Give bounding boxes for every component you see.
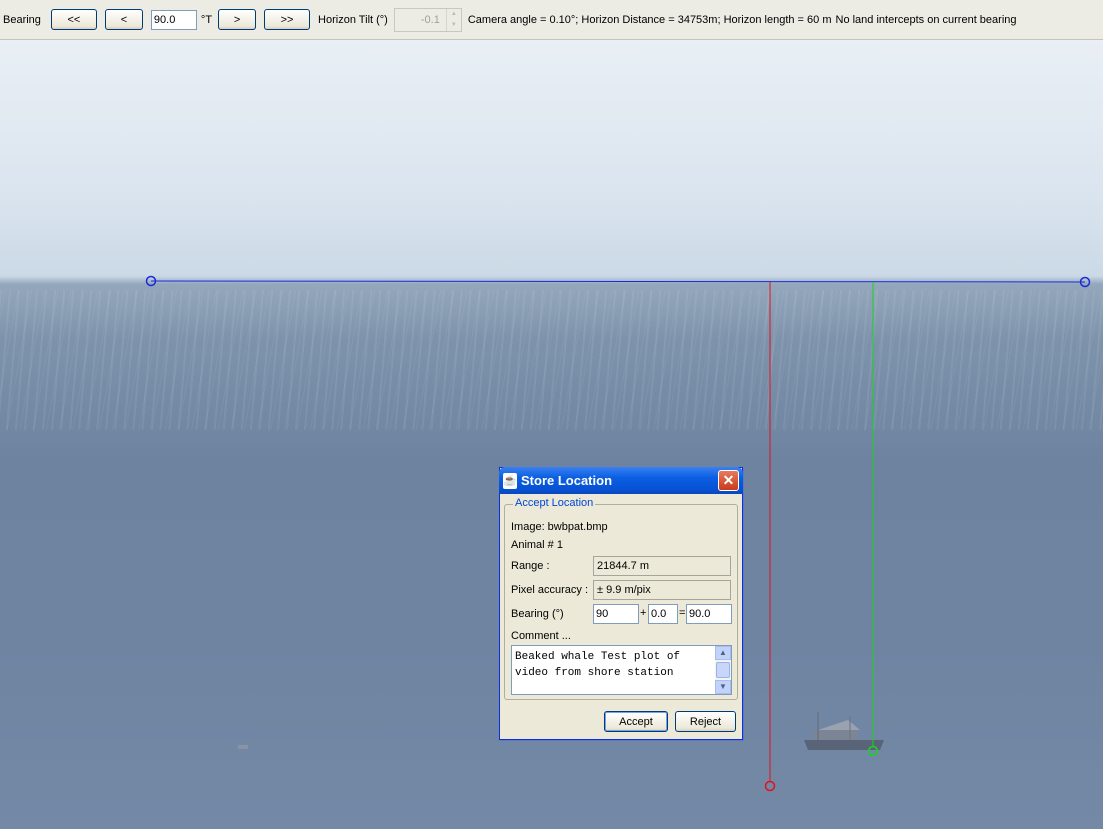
comment-scrollbar[interactable]: ▲ ▼ [715,646,731,694]
comment-textarea[interactable]: Beaked whale Test plot of video from sho… [511,645,732,695]
small-boat-icon [238,745,248,749]
bearing-base-field[interactable]: 90 [593,604,639,624]
accept-location-group: Accept Location Image: bwbpat.bmp Animal… [504,497,738,700]
horizon-tilt-label: Horizon Tilt (°) [318,13,388,26]
equals-sign: = [679,607,686,619]
bearing-label: Bearing [3,13,41,26]
bearing-next-small-button[interactable]: > [218,9,257,30]
boat-icon [804,712,884,750]
store-location-dialog: ☕ Store Location ✕ Accept Location Image… [499,467,743,740]
camera-status-text: Camera angle = 0.10°; Horizon Distance =… [467,13,832,26]
reject-button[interactable]: Reject [675,711,736,732]
bearing-prev-small-button[interactable]: < [104,9,143,30]
comment-text: Beaked whale Test plot of video from sho… [515,651,681,679]
range-value: 21844.7 m [593,556,731,576]
java-icon: ☕ [503,472,517,489]
horizon-tilt-spinner[interactable]: -0.1 ▲ ▼ [393,7,462,32]
bearing-offset-field[interactable]: 0.0 [648,604,678,624]
image-name-label: Image: bwbpat.bmp [511,521,608,533]
scroll-thumb[interactable] [716,662,730,678]
horizon-line [150,280,1086,283]
spinner-up-icon[interactable]: ▲ [447,9,461,20]
plus-sign: + [640,607,647,619]
toolbar: Bearing << < °T > >> Horizon Tilt (°) -0… [0,0,1103,40]
animal-number-label: Animal # 1 [511,539,563,551]
pixel-accuracy-label: Pixel accuracy : [511,584,589,596]
bearing-input[interactable] [150,9,197,30]
accept-button[interactable]: Accept [604,711,668,732]
group-title: Accept Location [513,497,596,509]
range-label: Range : [511,560,550,572]
dialog-titlebar[interactable]: ☕ Store Location ✕ [499,467,743,494]
horizon-tilt-value: -0.1 [420,13,440,26]
range-marker-handle[interactable] [764,780,776,792]
scroll-up-icon[interactable]: ▲ [715,646,731,660]
bearing-unit-label: °T [200,13,213,26]
pixel-accuracy-value: ± 9.9 m/pix [593,580,731,600]
land-intercept-text: No land intercepts on current bearing [835,13,1017,26]
scroll-down-icon[interactable]: ▼ [715,680,731,694]
spinner-down-icon[interactable]: ▼ [447,20,461,31]
bearing-next-large-button[interactable]: >> [264,9,311,30]
bearing-label: Bearing (°) [511,608,564,620]
bearing-total-field[interactable]: 90.0 [686,604,732,624]
close-icon[interactable]: ✕ [718,470,739,491]
dialog-title: Store Location [521,473,613,488]
comment-label: Comment ... [511,630,571,642]
bearing-prev-large-button[interactable]: << [50,9,97,30]
